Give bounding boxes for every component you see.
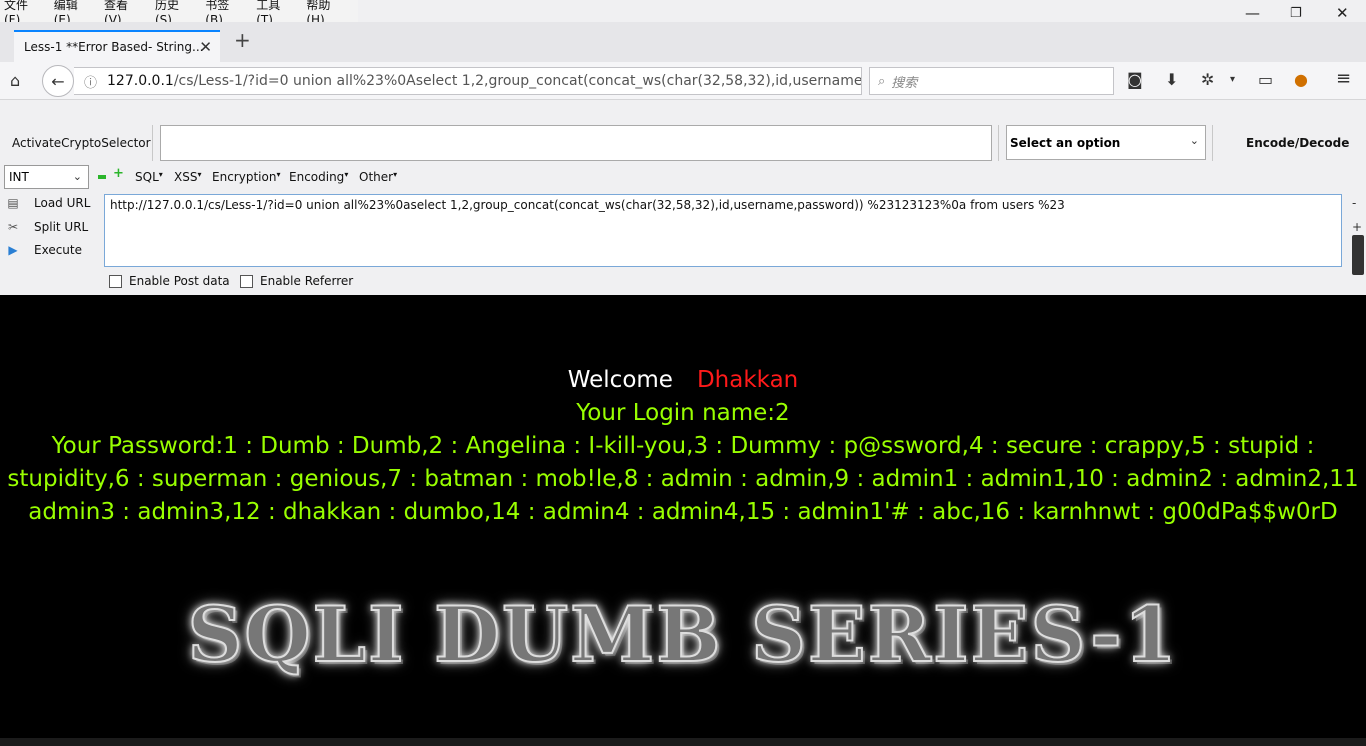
type-select-value: INT — [9, 170, 29, 184]
plus-icon[interactable]: + — [113, 166, 124, 181]
encode-decode-button[interactable]: Encode/Decode — [1246, 136, 1349, 150]
series-logo: SQLI DUMB SERIES-1 — [186, 589, 1179, 680]
scissors-icon: ✂ — [7, 220, 19, 234]
divider — [998, 125, 999, 161]
page-content: Welcome Dhakkan Your Login name:2 Your Pa… — [0, 295, 1366, 746]
back-icon[interactable]: ← — [42, 65, 74, 97]
login-name: Your Login name:2 — [576, 400, 790, 426]
hackbar-panel: ActivateCryptoSelector Select an option … — [0, 100, 1366, 295]
welcome-line: Welcome Dhakkan — [0, 367, 1366, 393]
referrer-checkbox[interactable]: Enable Referrer — [240, 274, 353, 288]
divider — [1212, 125, 1213, 161]
home-icon[interactable]: ⌂ — [10, 71, 20, 90]
welcome-name: Dhakkan — [696, 367, 799, 393]
crypto-input[interactable] — [160, 125, 992, 161]
execute-icon: ▶ — [8, 243, 18, 257]
split-url-button[interactable]: ✂ Split URL — [2, 220, 88, 234]
search-placeholder: 搜索 — [891, 75, 918, 91]
type-select[interactable]: INT ⌄ — [4, 165, 89, 189]
tab-close-icon[interactable]: ✕ — [199, 38, 212, 56]
sidebar-icon[interactable]: ▭ — [1258, 70, 1273, 89]
welcome-text: Welcome — [567, 367, 673, 393]
chevron-down-icon: ⌄ — [72, 170, 82, 183]
divider — [152, 125, 153, 161]
checkbox-box[interactable] — [109, 274, 122, 288]
chevron-down-icon: ⌄ — [1189, 134, 1199, 147]
scroll-plus-icon[interactable]: + — [1352, 220, 1362, 234]
minus-icon[interactable] — [98, 175, 106, 179]
search-icon: ⌕ — [878, 73, 886, 89]
tab-title: Less-1 **Error Based- String... — [24, 40, 204, 54]
info-icon[interactable]: ⓘ — [84, 72, 97, 91]
scroll-handle[interactable] — [1352, 235, 1364, 275]
tab-strip: Less-1 **Error Based- String... ✕ — [0, 22, 1366, 62]
tab-active[interactable]: Less-1 **Error Based- String... ✕ — [14, 30, 220, 62]
chevron-down-icon[interactable]: ▾ — [1230, 74, 1235, 85]
load-url-button[interactable]: ▤ Load URL — [2, 196, 90, 210]
search-input[interactable]: ⌕ 搜索 — [869, 67, 1114, 95]
new-tab-icon[interactable]: + — [234, 30, 251, 50]
browser-chrome: 文件(F) 编辑(E) 查看(V) 历史(S) 书签(B) 工具(T) 帮助(H… — [0, 0, 1366, 295]
extension-icon[interactable]: ✲ — [1201, 70, 1214, 89]
url-textarea[interactable]: http://127.0.0.1/cs/Less-1/?id=0 union a… — [104, 194, 1342, 267]
restore-icon[interactable]: ❐ — [1290, 6, 1302, 21]
crypto-option-select[interactable]: Select an option ⌄ — [1006, 125, 1206, 160]
nav-bar: ⌂ ← ⓘ 127.0.0.1/cs/Less-1/?id=0 union al… — [0, 62, 1366, 100]
sql-menu[interactable]: SQL▾ — [135, 170, 163, 184]
taskbar — [0, 738, 1366, 746]
other-menu[interactable]: Other▾ — [359, 170, 397, 184]
execute-button[interactable]: ▶ Execute — [2, 243, 82, 257]
load-url-icon: ▤ — [7, 196, 19, 210]
password-line-3: admin3 : admin3,12 : dhakkan : dumbo,14 … — [28, 499, 1338, 525]
checkbox-box[interactable] — [240, 274, 253, 288]
url-host: 127.0.0.1 — [107, 73, 174, 89]
address-bar[interactable]: ⓘ 127.0.0.1/cs/Less-1/?id=0 union all%23… — [74, 67, 862, 95]
menu-bar: 文件(F) 编辑(E) 查看(V) 历史(S) 书签(B) 工具(T) 帮助(H… — [0, 0, 358, 27]
password-line-1: Your Password:1 : Dumb : Dumb,2 : Angeli… — [51, 433, 1315, 459]
url-path: /cs/Less-1/?id=0 union all%23%0Aselect 1… — [173, 73, 862, 89]
download-icon[interactable]: ⬇ — [1165, 70, 1178, 89]
hamburger-menu-icon[interactable]: ≡ — [1336, 68, 1351, 89]
profile-icon[interactable]: ● — [1294, 70, 1308, 89]
select-option-label: Select an option — [1010, 135, 1121, 150]
pocket-icon[interactable]: ◙ — [1127, 70, 1143, 89]
minimize-icon[interactable]: — — [1245, 4, 1260, 22]
scroll-up-icon[interactable]: - — [1352, 196, 1356, 210]
crypto-selector-label: ActivateCryptoSelector — [12, 136, 151, 150]
post-data-checkbox[interactable]: Enable Post data — [109, 274, 230, 288]
encoding-menu[interactable]: Encoding▾ — [289, 170, 348, 184]
close-window-icon[interactable]: ✕ — [1336, 4, 1349, 22]
encryption-menu[interactable]: Encryption▾ — [212, 170, 280, 184]
xss-menu[interactable]: XSS▾ — [174, 170, 201, 184]
